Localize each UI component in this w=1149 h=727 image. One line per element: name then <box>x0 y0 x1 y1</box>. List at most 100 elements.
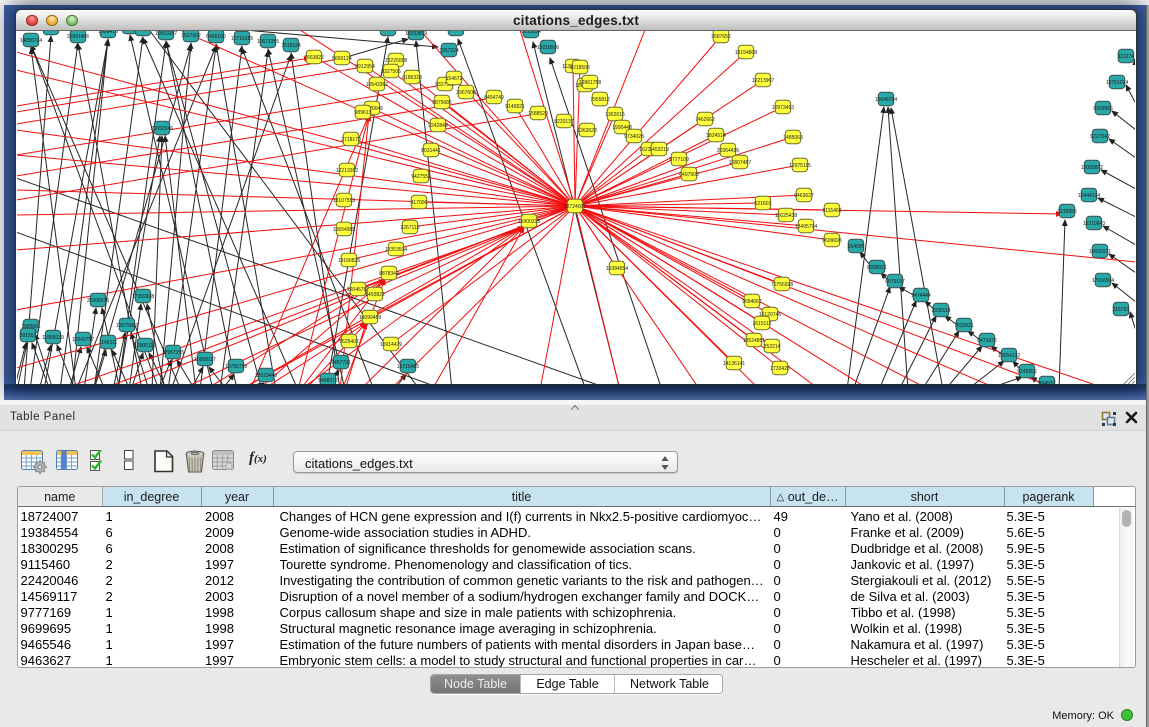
svg-text:8454749: 8454749 <box>484 95 504 101</box>
svg-text:9777109: 9777109 <box>669 157 689 163</box>
svg-text:9115460: 9115460 <box>822 208 841 214</box>
svg-text:989613: 989613 <box>355 110 372 116</box>
svg-text:7515524: 7515524 <box>281 43 301 49</box>
svg-text:2967608: 2967608 <box>456 90 476 96</box>
svg-text:10025438: 10025438 <box>775 213 797 219</box>
svg-text:12923448: 12923448 <box>255 373 277 379</box>
svg-text:116753: 116753 <box>1113 307 1130 313</box>
svg-text:20991406: 20991406 <box>67 34 89 40</box>
svg-text:3267110: 3267110 <box>400 225 419 231</box>
svg-text:15751074: 15751074 <box>1106 80 1128 86</box>
svg-text:8186328: 8186328 <box>402 75 422 81</box>
svg-text:7663822: 7663822 <box>304 55 324 61</box>
svg-text:1885213: 1885213 <box>133 31 153 33</box>
svg-text:9684067: 9684067 <box>742 299 762 305</box>
svg-text:8938921: 8938921 <box>867 265 887 271</box>
svg-text:3875685: 3875685 <box>432 100 452 106</box>
svg-text:17016504: 17016504 <box>1092 278 1114 284</box>
svg-text:17957255: 17957255 <box>162 350 184 356</box>
svg-text:9155494: 9155494 <box>446 31 466 33</box>
svg-text:7462662: 7462662 <box>695 117 715 123</box>
svg-text:9474444: 9474444 <box>911 293 931 299</box>
svg-text:5493822: 5493822 <box>365 292 385 298</box>
svg-text:9329966: 9329966 <box>1093 106 1113 112</box>
svg-text:3912954: 3912954 <box>355 64 375 70</box>
svg-text:9427552: 9427552 <box>411 174 431 180</box>
svg-text:19384554: 19384554 <box>606 266 628 272</box>
svg-text:12093872: 12093872 <box>1081 165 1103 171</box>
svg-text:10975887: 10975887 <box>116 323 138 329</box>
svg-text:3215955: 3215955 <box>1057 209 1077 215</box>
svg-text:16961758: 16961758 <box>579 80 601 86</box>
svg-text:19166825: 19166825 <box>338 258 360 264</box>
svg-text:111274: 111274 <box>1118 54 1134 60</box>
svg-text:13353594: 13353594 <box>385 247 407 253</box>
svg-text:8878342: 8878342 <box>379 271 399 277</box>
svg-text:20053346: 20053346 <box>151 126 173 132</box>
svg-text:154672: 154672 <box>446 76 463 82</box>
svg-text:1588520: 1588520 <box>528 111 548 117</box>
svg-text:16033809: 16033809 <box>405 31 427 37</box>
svg-text:1906416: 1906416 <box>98 31 118 35</box>
svg-text:15692971: 15692971 <box>1089 249 1111 255</box>
svg-text:13495794: 13495794 <box>795 224 817 230</box>
svg-text:7625402: 7625402 <box>339 339 359 345</box>
svg-text:216212: 216212 <box>43 31 60 32</box>
svg-text:1615112: 1615112 <box>752 321 771 327</box>
svg-text:23226058: 23226058 <box>385 58 407 64</box>
svg-text:9245652: 9245652 <box>1017 369 1037 375</box>
svg-text:7632621: 7632621 <box>954 323 974 329</box>
svg-text:17359928: 17359928 <box>132 294 154 300</box>
svg-text:19218506: 19218506 <box>537 45 559 51</box>
svg-text:9463627: 9463627 <box>794 193 814 199</box>
svg-text:1362628: 1362628 <box>577 128 597 134</box>
svg-text:6466160: 6466160 <box>206 34 226 40</box>
svg-text:10543362: 10543362 <box>366 82 388 88</box>
svg-text:1145111: 1145111 <box>99 340 118 346</box>
svg-text:12213967: 12213967 <box>752 78 774 84</box>
svg-text:1733426: 1733426 <box>770 366 790 372</box>
svg-text:391551: 391551 <box>20 333 37 339</box>
svg-text:7955812: 7955812 <box>590 97 610 103</box>
svg-text:10958117: 10958117 <box>194 357 216 363</box>
svg-text:6879197: 6879197 <box>885 279 905 285</box>
svg-text:1453219: 1453219 <box>649 147 669 153</box>
svg-text:10654985: 10654985 <box>333 227 355 233</box>
svg-text:2935114: 2935114 <box>931 308 950 314</box>
svg-text:10973493: 10973493 <box>772 105 794 111</box>
svg-text:3824514: 3824514 <box>706 133 726 139</box>
svg-text:8031441: 8031441 <box>421 148 441 154</box>
svg-text:2687652: 2687652 <box>711 34 731 40</box>
svg-text:2718179: 2718179 <box>341 137 361 143</box>
svg-text:9227342: 9227342 <box>1090 134 1110 140</box>
svg-text:10654122: 10654122 <box>998 353 1020 359</box>
svg-text:9327505: 9327505 <box>381 69 401 75</box>
svg-text:9146821: 9146821 <box>505 104 525 110</box>
svg-text:9699695: 9699695 <box>822 238 842 244</box>
svg-text:10653267: 10653267 <box>155 31 177 37</box>
svg-text:11568129: 11568129 <box>42 335 64 341</box>
svg-text:20364436: 20364436 <box>717 148 739 154</box>
svg-text:12975115: 12975115 <box>789 163 811 169</box>
svg-text:10719185: 10719185 <box>231 36 253 42</box>
svg-text:16210643: 16210643 <box>1083 221 1105 227</box>
svg-text:18724007: 18724007 <box>564 204 586 210</box>
svg-text:9242848: 9242848 <box>428 123 448 129</box>
svg-text:15900215: 15900215 <box>518 219 540 225</box>
svg-text:10807487: 10807487 <box>729 160 751 166</box>
svg-text:164095: 164095 <box>848 244 865 250</box>
svg-text:70756928: 70756928 <box>771 282 793 288</box>
svg-text:9457791: 9457791 <box>331 360 351 366</box>
svg-text:15716485: 15716485 <box>397 364 419 370</box>
svg-text:6497505: 6497505 <box>679 172 699 178</box>
svg-text:13524851: 13524851 <box>743 338 765 344</box>
svg-text:16648784: 16648784 <box>875 97 897 103</box>
svg-text:14099489: 14099489 <box>359 315 381 321</box>
svg-text:8471676: 8471676 <box>977 338 997 344</box>
svg-text:16782759: 16782759 <box>225 364 247 370</box>
svg-text:16914479: 16914479 <box>380 342 402 348</box>
svg-text:1527602: 1527602 <box>181 33 201 39</box>
svg-text:994537: 994537 <box>1039 381 1056 384</box>
svg-text:20206576: 20206576 <box>87 298 109 304</box>
svg-text:8813054: 8813054 <box>521 31 541 35</box>
